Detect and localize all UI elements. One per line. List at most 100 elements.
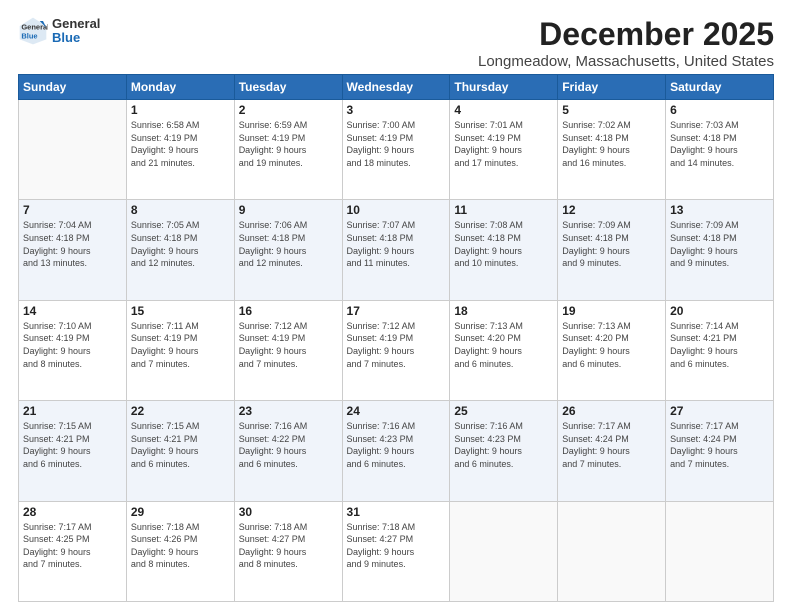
- day-info: Sunrise: 7:17 AM Sunset: 4:25 PM Dayligh…: [23, 521, 122, 571]
- day-number: 18: [454, 304, 553, 318]
- page: General Blue General Blue December 2025 …: [0, 0, 792, 612]
- calendar-cell: 9Sunrise: 7:06 AM Sunset: 4:18 PM Daylig…: [234, 200, 342, 300]
- day-info: Sunrise: 7:13 AM Sunset: 4:20 PM Dayligh…: [454, 320, 553, 370]
- day-info: Sunrise: 7:05 AM Sunset: 4:18 PM Dayligh…: [131, 219, 230, 269]
- calendar-cell: 19 Sunrise: 7:13 AM Sunset: 4:20 PM Dayli…: [558, 300, 666, 400]
- logo-text: General Blue: [52, 17, 100, 46]
- calendar-cell: 16Sunrise: 7:12 AM Sunset: 4:19 PM Dayli…: [234, 300, 342, 400]
- day-number: 5: [562, 103, 661, 117]
- day-info: Sunrise: 7:15 AM Sunset: 4:21 PM Dayligh…: [131, 420, 230, 470]
- day-number: 31: [347, 505, 446, 519]
- day-info: Sunrise: 7:03 AM Sunset: 4:18 PM Dayligh…: [670, 119, 769, 169]
- day-number: 11: [454, 203, 553, 217]
- day-number: 9: [239, 203, 338, 217]
- calendar-cell: [450, 501, 558, 601]
- calendar-cell: 11 Sunrise: 7:08 AM Sunset: 4:18 PM Dayli…: [450, 200, 558, 300]
- title-block: December 2025 Longmeadow, Massachusetts,…: [478, 16, 774, 70]
- day-info: Sunrise: 7:14 AM Sunset: 4:21 PM Dayligh…: [670, 320, 769, 370]
- calendar-cell: 28 Sunrise: 7:17 AM Sunset: 4:25 PM Dayli…: [19, 501, 127, 601]
- col-tuesday: Tuesday: [234, 75, 342, 100]
- day-number: 22: [131, 404, 230, 418]
- calendar-cell: 1 Sunrise: 6:58 AM Sunset: 4:19 PM Daylig…: [126, 100, 234, 200]
- calendar-cell: [666, 501, 774, 601]
- logo-blue-text: Blue: [52, 31, 100, 45]
- calendar-cell: 8 Sunrise: 7:05 AM Sunset: 4:18 PM Daylig…: [126, 200, 234, 300]
- col-sunday: Sunday: [19, 75, 127, 100]
- calendar-week-4: 28 Sunrise: 7:17 AM Sunset: 4:25 PM Dayli…: [19, 501, 774, 601]
- svg-text:Blue: Blue: [21, 32, 37, 41]
- day-info: Sunrise: 7:17 AM Sunset: 4:24 PM Dayligh…: [670, 420, 769, 470]
- calendar-cell: 14 Sunrise: 7:10 AM Sunset: 4:19 PM Dayli…: [19, 300, 127, 400]
- day-number: 25: [454, 404, 553, 418]
- day-info: Sunrise: 7:18 AM Sunset: 4:27 PM Dayligh…: [347, 521, 446, 571]
- calendar-cell: 5 Sunrise: 7:02 AM Sunset: 4:18 PM Daylig…: [558, 100, 666, 200]
- day-info: Sunrise: 7:08 AM Sunset: 4:18 PM Dayligh…: [454, 219, 553, 269]
- calendar-cell: 21Sunrise: 7:15 AM Sunset: 4:21 PM Dayli…: [19, 401, 127, 501]
- day-info: Sunrise: 7:16 AM Sunset: 4:23 PM Dayligh…: [454, 420, 553, 470]
- day-info: Sunrise: 7:18 AM Sunset: 4:26 PM Dayligh…: [131, 521, 230, 571]
- day-number: 26: [562, 404, 661, 418]
- calendar-cell: 12 Sunrise: 7:09 AM Sunset: 4:18 PM Dayli…: [558, 200, 666, 300]
- calendar-cell: 22 Sunrise: 7:15 AM Sunset: 4:21 PM Dayli…: [126, 401, 234, 501]
- day-number: 2: [239, 103, 338, 117]
- col-friday: Friday: [558, 75, 666, 100]
- calendar-cell: 3 Sunrise: 7:00 AM Sunset: 4:19 PM Daylig…: [342, 100, 450, 200]
- day-number: 1: [131, 103, 230, 117]
- day-info: Sunrise: 6:58 AM Sunset: 4:19 PM Dayligh…: [131, 119, 230, 169]
- calendar-cell: 25 Sunrise: 7:16 AM Sunset: 4:23 PM Dayli…: [450, 401, 558, 501]
- location: Longmeadow, Massachusetts, United States: [478, 53, 774, 70]
- logo: General Blue General Blue: [18, 16, 100, 46]
- day-info: Sunrise: 7:16 AM Sunset: 4:23 PM Dayligh…: [347, 420, 446, 470]
- calendar-cell: 10Sunrise: 7:07 AM Sunset: 4:18 PM Dayli…: [342, 200, 450, 300]
- calendar-week-3: 21 Sunrise: 7:15 AM Sunset: 4:21 PM Dayli…: [19, 401, 774, 501]
- day-number: 19: [562, 304, 661, 318]
- day-number: 13: [670, 203, 769, 217]
- calendar-table: Sunday Monday Tuesday Wednesday Thursday…: [18, 74, 774, 602]
- calendar-cell: 27Sunrise: 7:17 AM Sunset: 4:24 PM Dayli…: [666, 401, 774, 501]
- day-number: 15: [131, 304, 230, 318]
- day-number: 30: [239, 505, 338, 519]
- day-number: 8: [131, 203, 230, 217]
- day-info: Sunrise: 7:09 AM Sunset: 4:18 PM Dayligh…: [562, 219, 661, 269]
- day-number: 14: [23, 304, 122, 318]
- logo-icon: General Blue: [18, 16, 48, 46]
- calendar-cell: 24 Sunrise: 7:16 AM Sunset: 4:23 PM Dayli…: [342, 401, 450, 501]
- day-info: Sunrise: 7:10 AM Sunset: 4:19 PM Dayligh…: [23, 320, 122, 370]
- day-number: 28: [23, 505, 122, 519]
- calendar-week-1: 7Sunrise: 7:04 AM Sunset: 4:18 PM Daylig…: [19, 200, 774, 300]
- day-info: Sunrise: 7:18 AM Sunset: 4:27 PM Dayligh…: [239, 521, 338, 571]
- day-info: Sunrise: 7:11 AM Sunset: 4:19 PM Dayligh…: [131, 320, 230, 370]
- month-title: December 2025: [478, 16, 774, 53]
- calendar-cell: 2Sunrise: 6:59 AM Sunset: 4:19 PM Daylig…: [234, 100, 342, 200]
- calendar-week-2: 14 Sunrise: 7:10 AM Sunset: 4:19 PM Dayli…: [19, 300, 774, 400]
- calendar-cell: 15 Sunrise: 7:11 AM Sunset: 4:19 PM Dayli…: [126, 300, 234, 400]
- day-info: Sunrise: 7:13 AM Sunset: 4:20 PM Dayligh…: [562, 320, 661, 370]
- day-number: 3: [347, 103, 446, 117]
- day-info: Sunrise: 7:04 AM Sunset: 4:18 PM Dayligh…: [23, 219, 122, 269]
- day-info: Sunrise: 7:01 AM Sunset: 4:19 PM Dayligh…: [454, 119, 553, 169]
- day-number: 12: [562, 203, 661, 217]
- calendar-cell: 31 Sunrise: 7:18 AM Sunset: 4:27 PM Dayli…: [342, 501, 450, 601]
- calendar-header-row: Sunday Monday Tuesday Wednesday Thursday…: [19, 75, 774, 100]
- day-info: Sunrise: 7:09 AM Sunset: 4:18 PM Dayligh…: [670, 219, 769, 269]
- day-info: Sunrise: 7:17 AM Sunset: 4:24 PM Dayligh…: [562, 420, 661, 470]
- calendar-cell: 4 Sunrise: 7:01 AM Sunset: 4:19 PM Daylig…: [450, 100, 558, 200]
- calendar-week-0: 1 Sunrise: 6:58 AM Sunset: 4:19 PM Daylig…: [19, 100, 774, 200]
- day-number: 20: [670, 304, 769, 318]
- day-number: 24: [347, 404, 446, 418]
- day-number: 6: [670, 103, 769, 117]
- day-info: Sunrise: 7:02 AM Sunset: 4:18 PM Dayligh…: [562, 119, 661, 169]
- calendar-cell: 13 Sunrise: 7:09 AM Sunset: 4:18 PM Dayli…: [666, 200, 774, 300]
- day-info: Sunrise: 7:00 AM Sunset: 4:19 PM Dayligh…: [347, 119, 446, 169]
- col-saturday: Saturday: [666, 75, 774, 100]
- calendar-cell: 6 Sunrise: 7:03 AM Sunset: 4:18 PM Daylig…: [666, 100, 774, 200]
- day-number: 21: [23, 404, 122, 418]
- day-number: 10: [347, 203, 446, 217]
- col-thursday: Thursday: [450, 75, 558, 100]
- col-wednesday: Wednesday: [342, 75, 450, 100]
- calendar-cell: [19, 100, 127, 200]
- day-info: Sunrise: 7:12 AM Sunset: 4:19 PM Dayligh…: [239, 320, 338, 370]
- logo-general-text: General: [52, 17, 100, 31]
- day-number: 4: [454, 103, 553, 117]
- calendar-cell: 29Sunrise: 7:18 AM Sunset: 4:26 PM Dayli…: [126, 501, 234, 601]
